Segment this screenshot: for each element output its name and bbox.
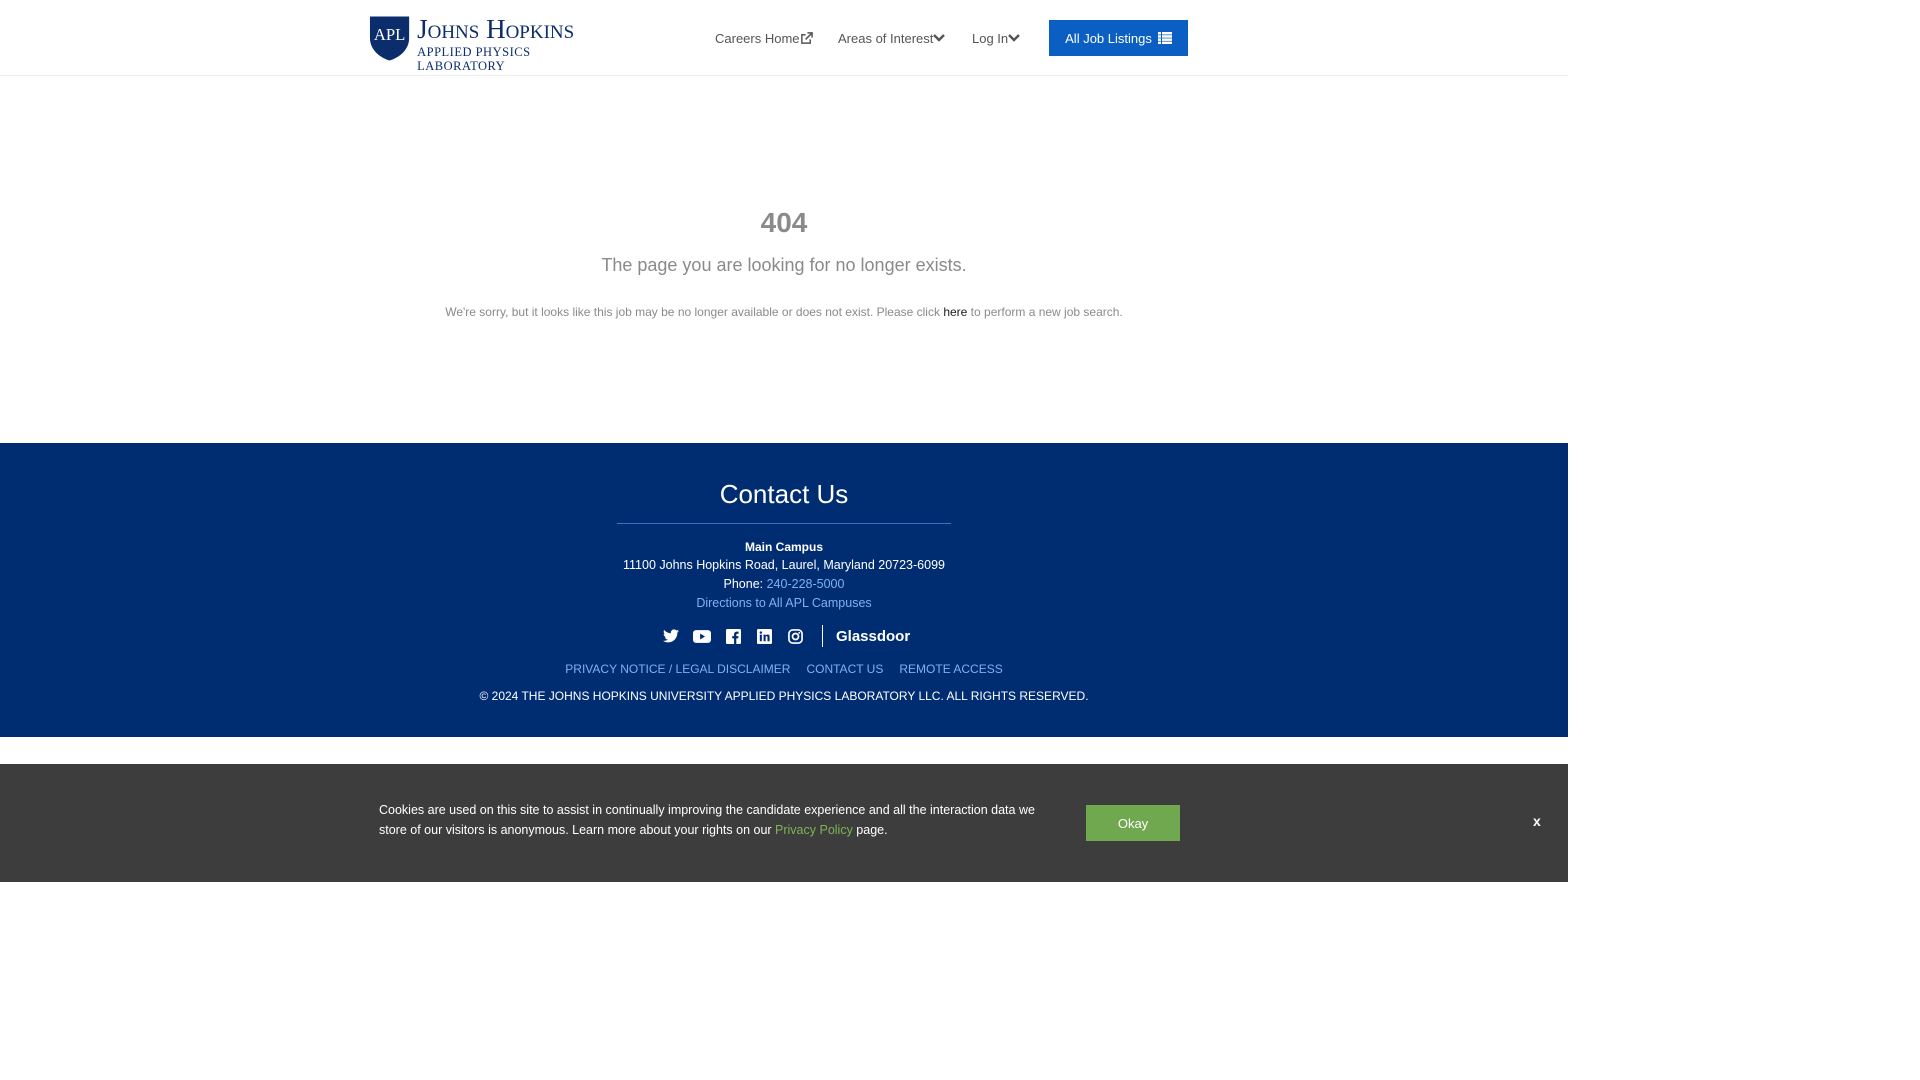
nav-log-in[interactable]: Log In — [972, 20, 1021, 56]
directions-link[interactable]: Directions to All APL Campuses — [696, 596, 871, 610]
error-content: 404 The page you are looking for no long… — [0, 77, 1568, 443]
error-description-text: We're sorry, but it looks like this job … — [445, 305, 944, 319]
nav-log-in-label: Log In — [972, 30, 1009, 46]
nav-careers-home[interactable]: Careers Home — [715, 20, 813, 56]
campus-address: 11100 Johns Hopkins Road, Laurel, Maryla… — [623, 558, 945, 572]
cookie-text: Cookies are used on this site to assist … — [379, 803, 1035, 837]
nav-careers-home-label: Careers Home — [715, 30, 800, 46]
site-header: APL Johns Hopkins APPLIED PHYSICS LABORA… — [0, 0, 1568, 76]
cookie-banner: Cookies are used on this site to assist … — [0, 764, 1568, 882]
footer-links: PRIVACY NOTICE / LEGAL DISCLAIMER CONTAC… — [0, 662, 1568, 676]
external-link-icon — [800, 31, 813, 44]
privacy-notice-link[interactable]: PRIVACY NOTICE / LEGAL DISCLAIMER — [565, 662, 790, 676]
phone-link[interactable]: 240-228-5000 — [767, 577, 845, 591]
privacy-policy-link[interactable]: Privacy Policy — [775, 823, 853, 837]
remote-access-link[interactable]: REMOTE ACCESS — [899, 662, 1002, 676]
list-icon — [1157, 32, 1172, 44]
phone-line: Phone: 240-228-5000 — [0, 577, 1568, 591]
campus-name: Main Campus — [744, 540, 823, 554]
contact-divider — [617, 523, 951, 524]
apl-shield-icon: APL — [369, 16, 410, 61]
close-icon[interactable]: x — [1533, 813, 1541, 829]
chevron-down-icon — [1008, 34, 1021, 42]
logo-wordmark: Johns Hopkins APPLIED PHYSICS LABORATORY — [417, 14, 618, 73]
logo-line-2: APPLIED PHYSICS LABORATORY — [417, 45, 531, 73]
site-footer: Contact Us Main Campus 11100 Johns Hopki… — [0, 443, 1568, 737]
svg-text:APL: APL — [374, 25, 405, 44]
social-links: Glassdoor — [662, 624, 910, 648]
social-divider — [822, 625, 823, 647]
phone-label: Phone: — [723, 577, 767, 591]
chevron-down-icon — [933, 34, 946, 42]
twitter-icon[interactable] — [662, 627, 680, 645]
copyright: © 2024 THE JOHNS HOPKINS UNIVERSITY APPL… — [479, 689, 1089, 703]
youtube-icon[interactable] — [693, 627, 711, 645]
all-job-listings-button[interactable]: All Job Listings — [1049, 20, 1188, 56]
error-description-end: to perform a new job search. — [967, 305, 1123, 319]
directions: Directions to All APL Campuses — [0, 596, 1568, 610]
logo-line-1: Johns Hopkins — [417, 14, 575, 44]
error-code: 404 — [760, 207, 808, 238]
contact-title: Contact Us — [719, 479, 849, 509]
glassdoor-link[interactable]: Glassdoor — [836, 628, 910, 645]
new-search-link[interactable]: here — [943, 305, 967, 319]
facebook-icon[interactable] — [724, 627, 742, 645]
error-title: The page you are looking for no longer e… — [601, 255, 967, 275]
cookie-okay-button[interactable]: Okay — [1086, 805, 1180, 841]
nav-areas-of-interest[interactable]: Areas of Interest — [838, 20, 946, 56]
nav-areas-label: Areas of Interest — [838, 30, 934, 46]
cookie-text-end: page. — [852, 823, 888, 837]
contact-us-link[interactable]: CONTACT US — [806, 662, 883, 676]
all-job-listings-label: All Job Listings — [1065, 30, 1152, 46]
error-description: We're sorry, but it looks like this job … — [0, 305, 1568, 319]
jhu-apl-logo[interactable]: APL Johns Hopkins APPLIED PHYSICS LABORA… — [368, 14, 618, 73]
linkedin-icon[interactable] — [755, 627, 773, 645]
cookie-message: Cookies are used on this site to assist … — [379, 800, 1049, 840]
instagram-icon[interactable] — [786, 627, 804, 645]
